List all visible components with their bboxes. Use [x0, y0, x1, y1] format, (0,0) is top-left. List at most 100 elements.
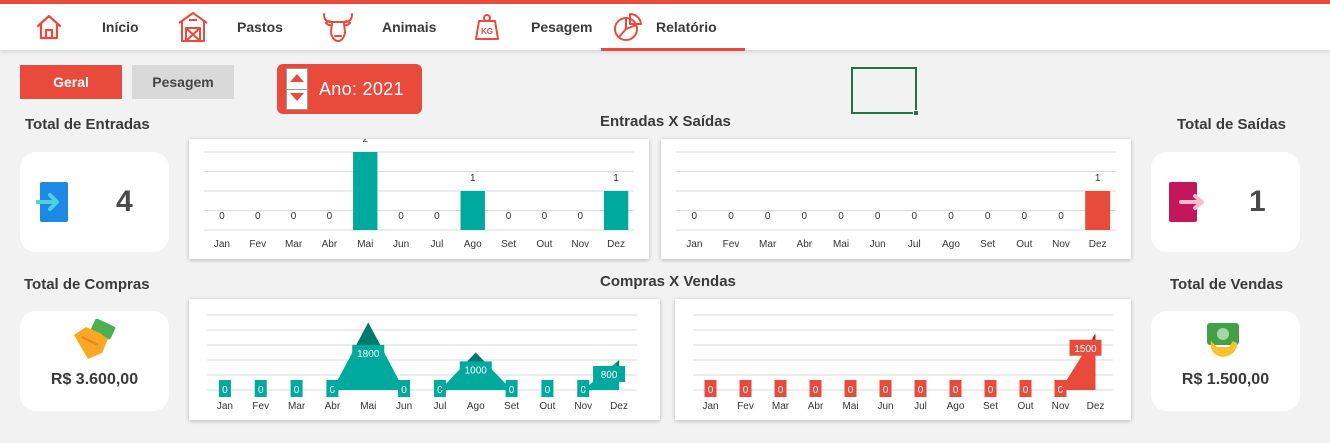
saidas-card: 1 [1151, 152, 1300, 252]
x-tick-label: Jul [431, 239, 444, 250]
bar [1085, 191, 1111, 230]
data-label: 0 [988, 385, 994, 396]
money-icon [1203, 319, 1245, 366]
x-tick-label: Fev [249, 239, 266, 250]
bar-value-label: 0 [765, 211, 771, 222]
bar-value-label: 0 [692, 211, 698, 222]
bar-value-label: 0 [838, 211, 844, 222]
x-tick-label: Fev [737, 401, 754, 412]
bar-value-label: 0 [506, 211, 512, 222]
bull-icon [320, 9, 356, 45]
compras-chart: 0 Jan 0 Fev 0 Mar 0 Abr 1800 Mai 0 Jun 0 Jul 1000 Ago 0 S… [189, 299, 660, 420]
nav-label-pesagem: Pesagem [531, 19, 593, 35]
bar-value-label: 0 [219, 211, 225, 222]
x-tick-label: Out [536, 239, 552, 250]
bar-value-label: 0 [434, 211, 440, 222]
x-tick-label: Jun [877, 401, 893, 412]
bar-value-label: 0 [1058, 211, 1064, 222]
entradas-saidas-title: Entradas X Saídas [600, 113, 731, 130]
bar-value-label: 0 [577, 211, 583, 222]
entradas-chart-svg: 0 Jan 0 Fev 0 Mar 0 Abr 2 Mai 0 Jun 0 Jul 1 Ago 0 Set 0 Out… [204, 139, 634, 250]
entradas-value: 4 [116, 185, 133, 218]
x-tick-label: Jul [434, 401, 447, 412]
compras-card: R$ 3.600,00 [20, 311, 169, 411]
bar-value-label: 0 [398, 211, 404, 222]
bar-value-label: 0 [542, 211, 548, 222]
x-tick-label: Jan [217, 401, 233, 412]
compras-value: R$ 3.600,00 [50, 371, 139, 388]
nav-item-pesagem[interactable]: KG Pesagem [469, 4, 592, 50]
data-label: 0 [258, 385, 264, 396]
bar-value-label: 0 [1022, 211, 1028, 222]
bar-value-label: 1 [613, 173, 619, 184]
nav-item-animais[interactable]: Animais [320, 4, 436, 50]
pesagem-button[interactable]: Pesagem [132, 65, 234, 99]
data-label: 0 [778, 385, 784, 396]
home-icon [31, 9, 67, 45]
bar-value-label: 1 [470, 173, 476, 184]
x-tick-label: Jun [393, 239, 409, 250]
fill-handle[interactable] [913, 110, 919, 116]
data-label: 0 [953, 385, 959, 396]
data-label: 0 [883, 385, 889, 396]
bar-value-label: 0 [255, 211, 261, 222]
vendas-chart-svg: 0 Jan 0 Fev 0 Mar 0 Abr 0 Mai 0 Jun 0 Jul 0 Ago 0 Set 0 Out… [693, 314, 1113, 412]
data-label: 0 [580, 385, 586, 396]
x-tick-label: Jul [914, 401, 927, 412]
x-tick-label: Mar [759, 239, 777, 250]
selected-cell[interactable] [851, 67, 917, 114]
bar [460, 191, 485, 230]
bar-value-label: 0 [802, 211, 808, 222]
nav-item-pastos[interactable]: Pastos [175, 4, 283, 50]
saidas-title: Total de Saídas [1177, 116, 1286, 133]
nav-item-relatorio[interactable]: Relatório [610, 4, 717, 50]
bar [603, 191, 629, 230]
bar-value-label: 0 [327, 211, 333, 222]
bar-value-label: 2 [362, 139, 368, 145]
nav-label-pastos: Pastos [237, 19, 283, 35]
x-tick-label: Jul [908, 239, 921, 250]
active-tab-indicator [601, 48, 745, 51]
entradas-card: 4 [20, 152, 169, 252]
x-tick-label: Jun [870, 239, 886, 250]
saidas-chart-svg: 0 Jan 0 Fev 0 Mar 0 Abr 0 Mai 0 Jun 0 Jul 0 Ago 0 Set 0 Out… [676, 151, 1116, 250]
weight-icon: KG [469, 9, 505, 45]
x-tick-label: Mar [772, 401, 790, 412]
x-tick-label: Abr [322, 239, 338, 250]
year-down-arrow-icon[interactable] [290, 93, 304, 101]
x-tick-label: Dez [607, 239, 625, 250]
vendas-card: R$ 1.500,00 [1151, 311, 1300, 411]
x-tick-label: Ago [947, 401, 965, 412]
year-selector: Ano: 2021 [277, 64, 422, 114]
data-label: 1800 [357, 349, 380, 360]
x-tick-label: Out [1016, 239, 1032, 250]
top-nav: Início Pastos Animais KG Pesagem Relatór… [0, 4, 1330, 51]
nav-item-inicio[interactable]: Início [31, 4, 139, 50]
year-up-arrow-icon[interactable] [290, 74, 304, 82]
vendas-title: Total de Vendas [1170, 276, 1284, 293]
x-tick-label: Ago [464, 239, 482, 250]
saidas-chart: 0 Jan 0 Fev 0 Mar 0 Abr 0 Mai 0 Jun 0 Jul 0 Ago 0 Set 0 Out… [661, 139, 1131, 259]
x-tick-label: Mai [833, 239, 849, 250]
bar [353, 152, 378, 230]
saidas-value: 1 [1249, 185, 1266, 218]
barn-icon [175, 9, 211, 45]
pie-chart-icon [610, 9, 646, 45]
data-label: 0 [545, 385, 551, 396]
x-tick-label: Dez [1089, 239, 1107, 250]
nav-label-relatorio: Relatório [656, 19, 717, 35]
year-spinner[interactable] [286, 68, 308, 110]
x-tick-label: Nov [1052, 401, 1070, 412]
bar-value-label: 0 [985, 211, 991, 222]
bar-value-label: 0 [728, 211, 734, 222]
x-tick-label: Nov [1052, 239, 1070, 250]
x-tick-label: Dez [1087, 401, 1105, 412]
data-label: 0 [848, 385, 854, 396]
data-label: 0 [1023, 385, 1029, 396]
x-tick-label: Jan [214, 239, 230, 250]
x-tick-label: Out [1017, 401, 1033, 412]
enter-icon [34, 182, 70, 227]
x-tick-label: Set [983, 401, 998, 412]
geral-button[interactable]: Geral [20, 65, 122, 99]
year-label: Ano: 2021 [319, 79, 404, 99]
